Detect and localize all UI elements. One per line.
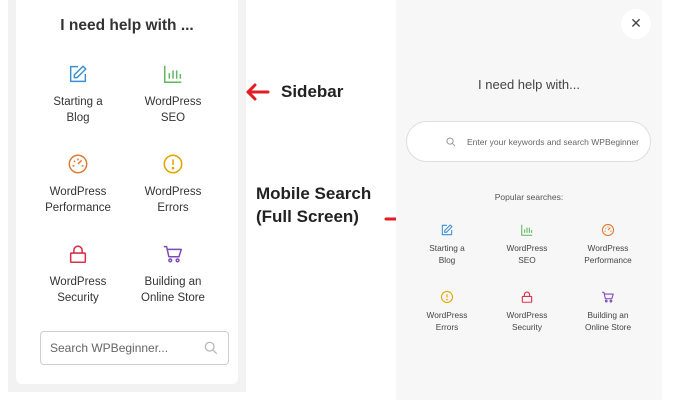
sidebar-panel: I need help with ... Starting a Blog Word… xyxy=(8,0,246,392)
mobile-annotation-line1: Mobile Search xyxy=(256,184,372,203)
item-label-line2: SEO xyxy=(160,112,186,124)
item-label-line1: WordPress xyxy=(426,310,468,320)
item-label-line2: Errors xyxy=(435,322,459,332)
item-label-line2: Blog xyxy=(66,112,90,124)
close-button[interactable]: ✕ xyxy=(621,9,651,39)
sidebar-item-wordpress-performance[interactable]: WordPress Performance xyxy=(28,153,128,216)
sidebar-title: I need help with ... xyxy=(60,17,194,34)
mobile-search-input[interactable] xyxy=(467,122,647,161)
sidebar-item-wordpress-errors[interactable]: WordPress Errors xyxy=(123,153,223,216)
popular-item-starting-blog[interactable]: Starting a Blog xyxy=(407,223,487,266)
edit-icon xyxy=(69,65,87,83)
mobile-search-overlay: ✕ I need help with... Popular searches: … xyxy=(396,0,662,400)
popular-item-wordpress-performance[interactable]: WordPress Performance xyxy=(568,223,648,266)
sidebar-item-starting-blog[interactable]: Starting a Blog xyxy=(28,63,128,126)
close-icon: ✕ xyxy=(630,15,642,31)
sidebar-search-box xyxy=(40,331,229,365)
item-label-line1: WordPress xyxy=(144,96,202,108)
sidebar-item-wordpress-security[interactable]: WordPress Security xyxy=(28,243,128,306)
item-label-line1: WordPress xyxy=(587,243,629,253)
mobile-search-box xyxy=(406,121,651,162)
item-label-line1: WordPress xyxy=(506,243,548,253)
item-label-line2: Performance xyxy=(584,255,632,265)
item-label-line2: Online Store xyxy=(584,322,632,332)
lock-icon xyxy=(521,291,533,303)
item-label-line2: Security xyxy=(512,322,542,332)
mobile-annotation-line2: (Full Screen) xyxy=(256,207,359,226)
search-icon xyxy=(446,137,456,147)
sidebar-item-wordpress-seo[interactable]: WordPress SEO xyxy=(123,63,223,126)
arrow-left-icon xyxy=(246,83,270,101)
edit-icon xyxy=(441,224,453,236)
alert-icon xyxy=(440,290,454,304)
bar-chart-icon xyxy=(164,65,182,83)
item-label-line1: WordPress xyxy=(49,186,107,198)
item-label-line1: Building an xyxy=(587,310,629,320)
speedometer-icon xyxy=(68,154,88,174)
item-label-line2: Security xyxy=(57,292,99,304)
item-label-line2: Blog xyxy=(438,255,456,265)
sidebar-annotation: Sidebar xyxy=(281,82,344,101)
popular-searches-label: Popular searches: xyxy=(494,192,564,202)
speedometer-icon xyxy=(601,223,615,237)
item-label-line2: Online Store xyxy=(141,292,205,304)
alert-icon xyxy=(163,154,183,174)
search-icon[interactable] xyxy=(204,341,218,355)
popular-item-wordpress-security[interactable]: WordPress Security xyxy=(487,290,567,333)
lock-icon xyxy=(69,245,87,264)
popular-item-wordpress-seo[interactable]: WordPress SEO xyxy=(487,223,567,266)
bar-chart-icon xyxy=(521,224,533,236)
mobile-title: I need help with... xyxy=(478,77,580,92)
item-label-line2: Errors xyxy=(157,202,189,214)
item-label-line1: WordPress xyxy=(506,310,548,320)
cart-icon xyxy=(163,245,182,263)
item-label-line2: SEO xyxy=(518,255,536,265)
item-label-line2: Performance xyxy=(45,202,111,214)
item-label-line1: WordPress xyxy=(144,186,202,198)
item-label-line1: Starting a xyxy=(53,96,103,108)
cart-icon xyxy=(602,291,614,303)
popular-item-online-store[interactable]: Building an Online Store xyxy=(568,290,648,333)
sidebar-search-input[interactable] xyxy=(41,332,201,364)
sidebar-widget: I need help with ... Starting a Blog Word… xyxy=(16,0,238,384)
item-label-line1: WordPress xyxy=(49,276,107,288)
item-label-line1: Building an xyxy=(144,276,202,288)
item-label-line1: Starting a xyxy=(429,243,465,253)
sidebar-item-online-store[interactable]: Building an Online Store xyxy=(123,243,223,306)
popular-item-wordpress-errors[interactable]: WordPress Errors xyxy=(407,290,487,333)
